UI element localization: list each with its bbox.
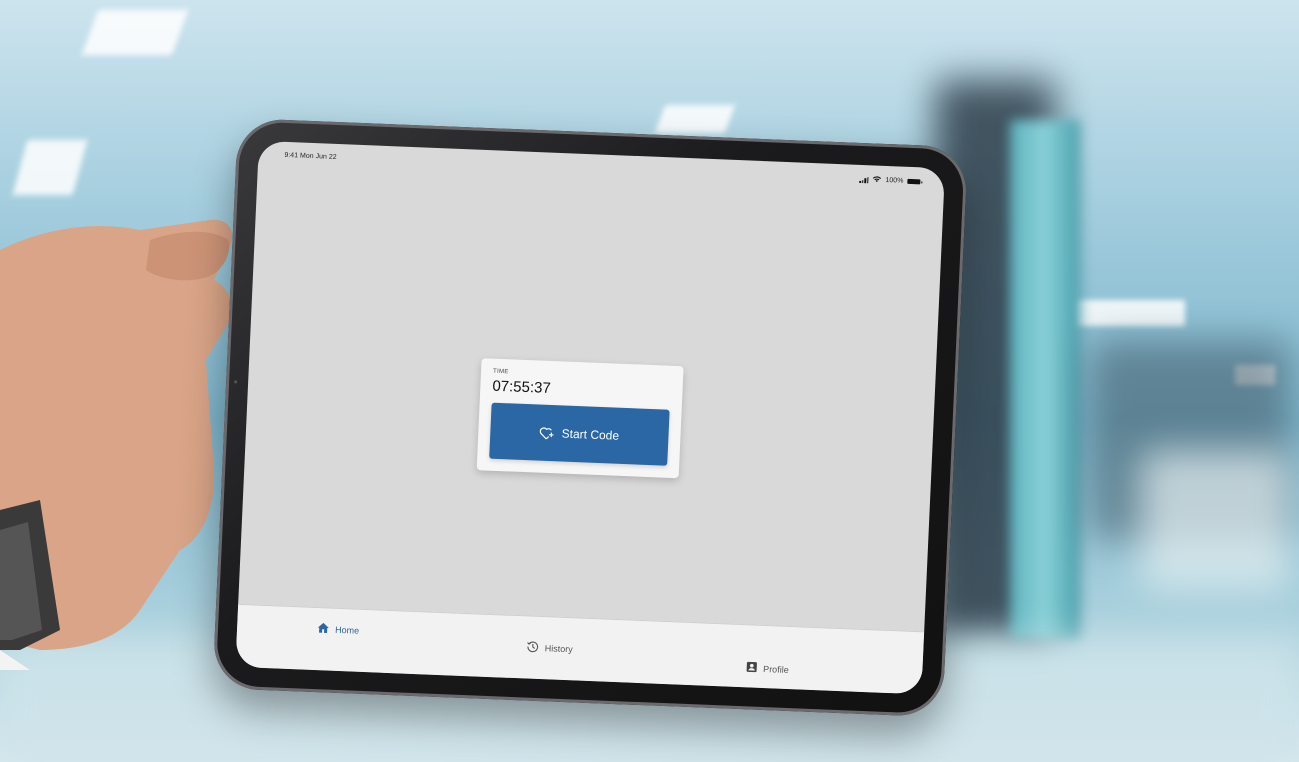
tab-history-label: History xyxy=(544,643,573,655)
history-icon xyxy=(526,640,539,654)
timer-card: TIME 07:55:37 Start Code xyxy=(476,358,684,479)
tablet: 9:41 Mon Jun 22 100% TIME 07:55:37 Start… xyxy=(212,118,969,718)
start-code-label: Start Code xyxy=(561,426,620,443)
tab-profile-label: Profile xyxy=(762,663,789,675)
home-icon xyxy=(317,622,330,635)
start-code-button[interactable]: Start Code xyxy=(489,402,670,466)
heart-plus-icon xyxy=(539,426,555,440)
status-time: 9:41 Mon Jun 22 xyxy=(284,152,336,161)
ceiling-light xyxy=(81,10,189,55)
bg-bed-sheet xyxy=(1140,450,1290,590)
wifi-icon xyxy=(872,175,882,184)
timer-label: TIME xyxy=(492,368,509,376)
tab-home[interactable]: Home xyxy=(317,622,360,637)
battery-percent: 100% xyxy=(885,176,904,185)
hand xyxy=(0,219,232,670)
tablet-screen: 9:41 Mon Jun 22 100% TIME 07:55:37 Start… xyxy=(235,140,946,695)
ceiling-light xyxy=(1075,300,1185,326)
tab-home-label: Home xyxy=(334,624,360,636)
bg-curtain xyxy=(1010,120,1080,640)
ceiling-light xyxy=(12,140,88,195)
tab-profile[interactable]: Profile xyxy=(746,661,789,676)
tab-history[interactable]: History xyxy=(526,640,573,656)
profile-icon xyxy=(746,661,758,674)
status-date: Mon Jun 22 xyxy=(299,152,337,162)
photo-scene: 9:41 Mon Jun 22 100% TIME 07:55:37 Start… xyxy=(0,0,1299,762)
signal-icon xyxy=(859,176,869,183)
status-indicators: 100% xyxy=(859,175,921,186)
status-clock: 9:41 xyxy=(284,151,299,160)
battery-icon xyxy=(907,178,921,185)
timer-value: 07:55:37 xyxy=(492,377,552,397)
ceiling-light xyxy=(654,105,736,133)
